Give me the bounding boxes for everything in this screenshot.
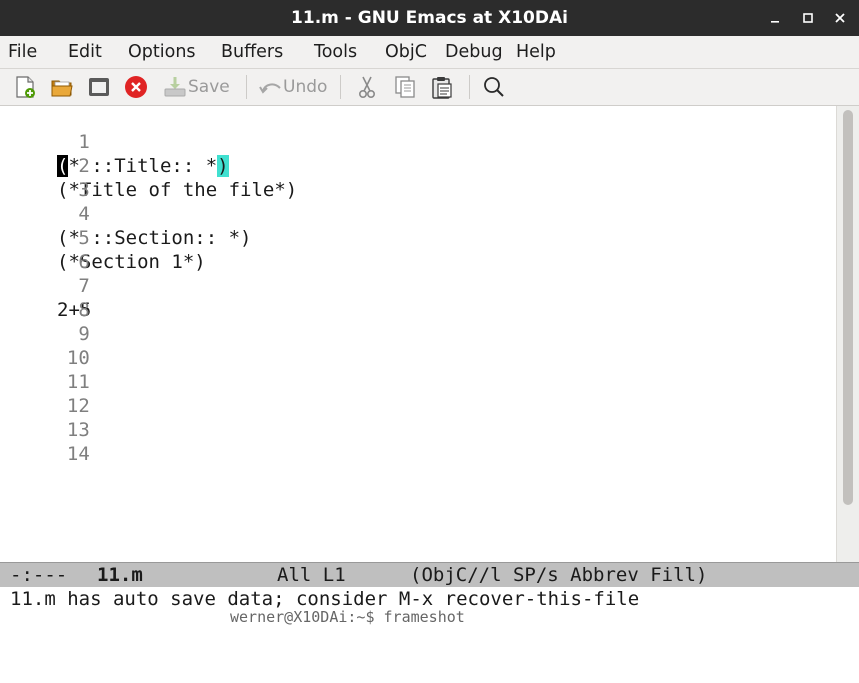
editor-line: 6 (0, 226, 89, 273)
line-text-segment: * ::Title:: * (68, 155, 218, 177)
modeline-status: -:--- (10, 564, 68, 586)
minimize-button[interactable] (766, 9, 784, 27)
clipboard-icon (432, 77, 452, 99)
scrollbar-thumb[interactable] (843, 110, 853, 505)
close-window-button[interactable] (831, 9, 849, 27)
new-file-button[interactable] (12, 74, 38, 100)
editor-line: 14 (0, 418, 90, 465)
line-number: 2 (78, 155, 90, 177)
open-file-button[interactable] (49, 74, 75, 100)
menu-file[interactable]: File (8, 41, 37, 63)
menu-options[interactable]: Options (128, 41, 196, 63)
matching-paren-highlight: ) (217, 155, 229, 177)
maximize-icon (803, 13, 813, 23)
echo-area[interactable]: 11.m has auto save data; consider M-x re… (0, 587, 859, 626)
scissors-icon (359, 76, 376, 98)
toolbar: Save Undo (0, 69, 859, 106)
editor-line: 8 (0, 274, 89, 321)
terminal-text-behind: werner@X10DAi:~$ frameshot (230, 608, 465, 626)
editor-line: 5 (*Section 1*) (0, 202, 206, 273)
minimize-icon (771, 21, 779, 23)
dired-button[interactable] (86, 74, 112, 100)
editor-line: 12 (0, 370, 90, 417)
line-number: 6 (78, 251, 90, 273)
line-number: 10 (66, 347, 90, 369)
save-button[interactable]: Save (162, 74, 236, 100)
line-number: 13 (66, 419, 90, 441)
search-icon (484, 77, 504, 97)
editor-line: 9 (0, 298, 89, 345)
line-number: 1 (78, 131, 90, 153)
editor-line: 4 (* ::Section:: *) (0, 178, 251, 249)
editor-line: 7 2+5 (0, 250, 91, 321)
search-button[interactable] (481, 74, 507, 100)
copy-button[interactable] (392, 74, 418, 100)
line-number: 12 (66, 395, 90, 417)
maximize-button[interactable] (799, 9, 817, 27)
save-icon (164, 77, 186, 97)
line-number: 14 (66, 443, 90, 465)
editor-line: 10 (0, 322, 90, 369)
modeline-buffer-name[interactable]: 11.m (97, 563, 143, 587)
editor-buffer[interactable]: 1 (* ::Title:: *) 2 (*Title of the file*… (0, 106, 836, 562)
mode-line: -:--- 11.m All L1 (ObjC//l SP/s Abbrev F… (0, 562, 859, 587)
save-label: Save (188, 77, 230, 97)
editor-line: 2 (*Title of the file*) (0, 130, 297, 201)
line-number: 11 (66, 371, 90, 393)
window-title: 11.m - GNU Emacs at X10DAi (291, 8, 568, 28)
line-number: 8 (78, 299, 90, 321)
line-number: 7 (78, 275, 90, 297)
copy-icon (395, 76, 415, 98)
menu-edit[interactable]: Edit (68, 41, 102, 63)
line-text: (*Title of the file*) (57, 179, 298, 201)
line-number: 4 (78, 203, 90, 225)
toolbar-separator (340, 75, 341, 99)
new-file-icon (16, 76, 35, 98)
menu-help[interactable]: Help (516, 41, 556, 63)
vertical-scrollbar[interactable] (836, 106, 859, 562)
line-number: 3 (78, 179, 90, 201)
editor-line: 11 (0, 346, 90, 393)
menu-debug[interactable]: Debug (445, 41, 503, 63)
line-number: 5 (78, 227, 90, 249)
undo-label: Undo (283, 77, 328, 97)
editor-line: 1 (* ::Title:: *) (0, 106, 229, 177)
undo-icon (259, 83, 281, 94)
line-number: 9 (78, 323, 90, 345)
menu-objc[interactable]: ObjC (385, 41, 427, 63)
modeline-modes[interactable]: (ObjC//l SP/s Abbrev Fill) (410, 563, 707, 587)
paste-button[interactable] (429, 74, 455, 100)
undo-button[interactable]: Undo (258, 74, 330, 100)
modeline-position: All L1 (277, 564, 346, 586)
folder-open-icon (51, 80, 73, 97)
kill-buffer-button[interactable] (123, 74, 149, 100)
menu-buffers[interactable]: Buffers (221, 41, 283, 63)
close-circle-icon (125, 76, 147, 98)
menu-bar: File Edit Options Buffers Tools ObjC Deb… (0, 36, 859, 69)
menu-tools[interactable]: Tools (314, 41, 357, 63)
title-bar: 11.m - GNU Emacs at X10DAi (0, 0, 859, 36)
editor-line: 3 (0, 154, 89, 201)
toolbar-separator (469, 75, 470, 99)
window-icon (89, 78, 109, 96)
close-icon (835, 13, 845, 23)
cut-button[interactable] (354, 74, 380, 100)
toolbar-separator (246, 75, 247, 99)
editor-line: 13 (0, 394, 90, 441)
